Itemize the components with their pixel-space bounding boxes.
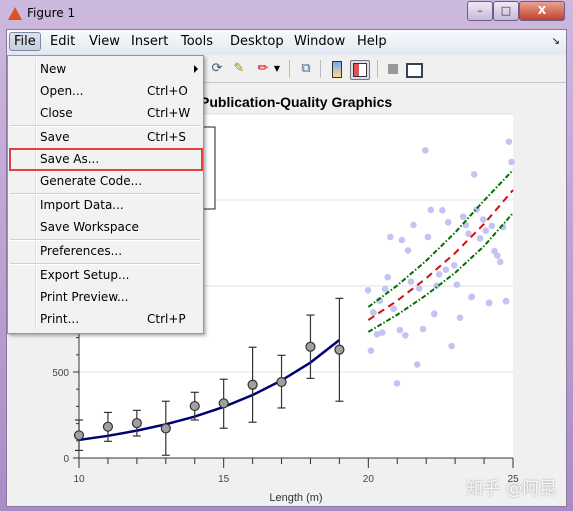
chart-title: Publication-Quality Graphics	[200, 94, 392, 110]
scatter-point	[439, 207, 446, 214]
data-marker	[247, 379, 258, 390]
scatter-point	[393, 380, 401, 387]
scatter-point	[381, 285, 389, 293]
scatter-point	[404, 247, 412, 254]
scatter-point	[410, 221, 417, 229]
scatter-point	[505, 138, 513, 145]
x-axis-label: Length (m)	[269, 492, 322, 504]
y-tick-label: 500	[52, 368, 69, 379]
scatter-point	[431, 310, 438, 318]
scatter-point	[442, 266, 450, 273]
scatter-point	[402, 332, 409, 339]
scatter-point	[435, 271, 443, 278]
scatter-point	[470, 171, 478, 178]
submenu-arrow-icon	[194, 65, 198, 73]
save-as-highlight-box	[9, 148, 203, 171]
scatter-point	[450, 262, 458, 269]
scatter-point	[502, 298, 510, 305]
scatter-point	[390, 305, 398, 313]
scatter-point	[427, 206, 435, 214]
menu-item-print[interactable]: Print... Ctrl+P	[8, 308, 203, 330]
menu-item-save[interactable]: Save Ctrl+S	[8, 126, 203, 148]
scatter-point	[367, 347, 375, 354]
menu-item-open[interactable]: Open... Ctrl+O	[8, 80, 203, 102]
file-menu-dropdown: New Open... Ctrl+O Close Ctrl+W Save Ctrl+S…	[7, 55, 204, 334]
scatter-point	[413, 361, 421, 368]
scatter-point	[453, 281, 461, 288]
scatter-point	[419, 325, 427, 333]
scatter-point	[468, 293, 476, 300]
data-marker	[160, 423, 171, 434]
scatter-point	[494, 252, 501, 260]
scatter-point	[444, 219, 452, 226]
scatter-point	[508, 158, 515, 166]
x-tick-label: 10	[73, 474, 85, 485]
scatter-point	[496, 258, 504, 266]
data-marker	[189, 400, 200, 412]
menu-item-new[interactable]: New	[8, 58, 203, 80]
data-marker	[276, 376, 287, 388]
scatter-point	[396, 326, 404, 334]
scatter-point	[488, 222, 496, 230]
data-marker	[102, 421, 114, 432]
scatter-point	[485, 299, 493, 306]
scatter-point	[387, 233, 394, 241]
menu-item-close[interactable]: Close Ctrl+W	[8, 102, 203, 124]
menu-item-preferences[interactable]: Preferences...	[8, 240, 203, 262]
scatter-point	[398, 236, 406, 244]
menu-item-save-workspace[interactable]: Save Workspace	[8, 216, 203, 238]
data-marker	[334, 344, 345, 355]
menu-item-print-preview[interactable]: Print Preview...	[8, 286, 203, 308]
figure-window: Figure 1 – □ X File Edit View Insert Too…	[0, 0, 573, 511]
scatter-point	[456, 314, 464, 321]
scatter-point	[364, 287, 372, 294]
data-marker	[73, 430, 85, 441]
data-marker	[305, 341, 316, 352]
scatter-point	[384, 273, 392, 281]
scatter-point	[378, 329, 386, 336]
scatter-point	[424, 233, 432, 241]
scatter-point	[479, 216, 487, 223]
scatter-point	[482, 227, 490, 234]
data-marker	[218, 398, 229, 409]
scatter-point	[459, 213, 467, 220]
y-tick-label: 0	[63, 454, 69, 465]
x-tick-label: 20	[363, 474, 375, 485]
scatter-point	[415, 285, 423, 292]
watermark: 知乎 @阿昆	[466, 479, 557, 499]
menu-item-generate-code[interactable]: Generate Code...	[8, 170, 203, 192]
menu-item-import-data[interactable]: Import Data...	[8, 194, 203, 216]
menu-item-export-setup[interactable]: Export Setup...	[8, 264, 203, 286]
scatter-point	[422, 146, 429, 154]
scatter-point	[370, 309, 377, 316]
x-tick-label: 15	[218, 474, 230, 485]
scatter-point	[476, 235, 484, 242]
scatter-point	[448, 342, 455, 350]
data-marker	[131, 417, 142, 429]
scatter-point	[407, 278, 415, 286]
